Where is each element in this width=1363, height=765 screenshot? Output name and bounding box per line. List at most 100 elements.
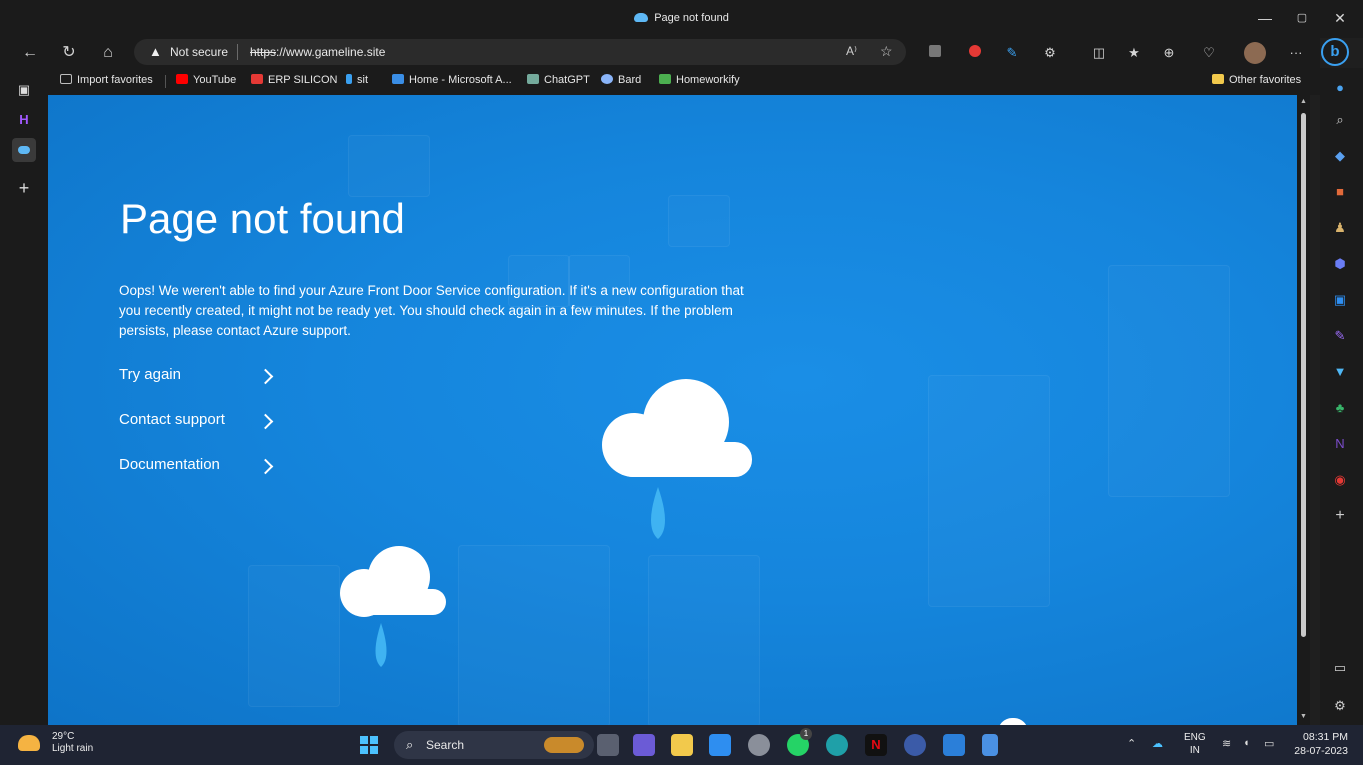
documentation-link[interactable]: Documentation [119, 456, 220, 473]
home-button[interactable]: ⌂ [96, 41, 120, 65]
weather-widget[interactable]: 29°C Light rain [52, 731, 93, 755]
shopping-tag-icon[interactable]: ◆ [1330, 146, 1350, 166]
url-text[interactable]: https://www.gameline.site [250, 45, 385, 59]
refresh-button[interactable]: ↻ [57, 41, 81, 65]
fav-label: YouTube [193, 74, 237, 86]
favorites-icon[interactable]: ★ [1124, 43, 1144, 63]
page-scrollbar[interactable]: ▲ ▼ [1297, 95, 1310, 725]
extension-pen-icon[interactable]: ✎ [1002, 43, 1022, 63]
notepad-icon[interactable] [982, 734, 998, 756]
warning-icon[interactable]: ▲ [149, 44, 162, 59]
send-icon[interactable]: ▼ [1330, 362, 1350, 382]
chevron-right-icon[interactable] [257, 368, 274, 385]
split-screen-icon[interactable]: ◫ [1089, 43, 1109, 63]
fav-bard[interactable]: Bard [601, 74, 641, 86]
scrollbar-thumb[interactable] [1301, 113, 1306, 637]
partial-cloud-icon [998, 718, 1028, 725]
tab-actions-icon[interactable]: ▣ [12, 78, 36, 102]
fav-sit[interactable]: sit [346, 74, 368, 86]
whatsapp-icon[interactable]: 1 [787, 728, 812, 756]
weather-icon[interactable] [18, 735, 40, 751]
photos-icon[interactable] [943, 734, 965, 756]
settings-taskbar-icon[interactable] [748, 734, 770, 756]
profile-avatar[interactable] [1244, 42, 1266, 64]
collections-icon[interactable]: ⊕ [1159, 43, 1179, 63]
battery-icon[interactable]: ▭ [1264, 737, 1274, 750]
cloud-favicon-icon [634, 13, 649, 22]
back-button[interactable]: ← [18, 41, 42, 65]
region-code: IN [1189, 745, 1200, 756]
minimize-button[interactable]: — [1245, 8, 1285, 28]
sidebar-settings-icon[interactable]: ⚙ [1330, 696, 1350, 716]
netflix-icon[interactable]: N [865, 734, 887, 756]
restore-button[interactable]: ▢ [1282, 8, 1322, 28]
tab-homeworkify[interactable]: H [12, 108, 36, 132]
chatgpt-icon [527, 74, 539, 84]
fav-other-favorites[interactable]: Other favorites [1212, 74, 1301, 86]
try-again-link[interactable]: Try again [119, 366, 181, 383]
start-button[interactable] [360, 736, 378, 754]
language-indicator[interactable]: ENG IN [1184, 731, 1206, 757]
read-aloud-icon[interactable]: A⁾ [846, 44, 857, 58]
page-title: Page not found [120, 195, 405, 242]
extension-grey-icon[interactable] [929, 45, 941, 57]
scroll-up-icon[interactable]: ▲ [1300, 98, 1307, 105]
favorites-bar: Import favorites YouTube ERP SILICON sit… [48, 68, 1320, 95]
outlook-taskbar-icon[interactable] [709, 734, 731, 756]
hide-sidebar-icon[interactable]: ▭ [1330, 658, 1350, 678]
copilot-bing-icon[interactable]: b [1321, 38, 1349, 66]
task-view-icon[interactable] [597, 734, 619, 756]
fav-chatgpt[interactable]: ChatGPT [527, 74, 590, 86]
outlook-icon[interactable]: ▣ [1330, 290, 1350, 310]
tab-page-not-found[interactable] [12, 138, 36, 162]
onenote-icon[interactable]: N [1330, 434, 1350, 454]
favorite-star-icon[interactable]: ☆ [880, 43, 893, 60]
editor-icon[interactable]: ✎ [1330, 326, 1350, 346]
show-hidden-icons-icon[interactable]: ⌃ [1127, 737, 1136, 750]
more-menu-icon[interactable]: ··· [1286, 43, 1306, 63]
contact-support-link[interactable]: Contact support [119, 411, 225, 428]
fav-home-microsoft[interactable]: Home - Microsoft A... [392, 74, 512, 86]
volume-icon[interactable]: ◖ [1243, 737, 1250, 749]
window-title: Page not found [0, 12, 1363, 24]
notification-bell-icon[interactable]: ● [1330, 78, 1350, 98]
azure-icon [392, 74, 404, 84]
extensions-icon[interactable]: ⚙ [1040, 43, 1060, 63]
meet-icon[interactable] [633, 734, 655, 756]
fav-homeworkify[interactable]: Homeworkify [659, 74, 740, 86]
url-host: ://www.gameline.site [276, 45, 386, 59]
games-icon[interactable]: ♟ [1330, 218, 1350, 238]
taskbar-search[interactable]: ⌕ Search [394, 731, 594, 759]
performance-icon[interactable]: ♡ [1199, 43, 1219, 63]
close-button[interactable]: ✕ [1320, 8, 1360, 28]
tree-icon[interactable]: ♣ [1330, 398, 1350, 418]
security-label[interactable]: Not secure [170, 45, 228, 59]
address-bar[interactable]: ▲ Not secure https://www.gameline.site A… [134, 39, 906, 65]
fav-youtube[interactable]: YouTube [176, 74, 236, 86]
search-icon[interactable]: ⌕ [1330, 110, 1350, 130]
chevron-right-icon[interactable] [257, 413, 274, 430]
media-player-icon[interactable]: ◉ [1330, 470, 1350, 490]
bg-decoration [1108, 265, 1230, 497]
fav-label: Home - Microsoft A... [409, 74, 512, 86]
edge-taskbar-icon[interactable] [826, 734, 848, 756]
window-title-text: Page not found [654, 12, 729, 24]
cloud-tab-icon [18, 146, 30, 154]
new-tab-button[interactable]: + [12, 176, 36, 200]
wifi-icon[interactable]: ≋ [1222, 737, 1231, 750]
fav-label: ChatGPT [544, 74, 590, 86]
extension-red-icon[interactable] [969, 45, 981, 57]
fav-erp-silicon[interactable]: ERP SILICON [251, 74, 338, 86]
fav-import-favorites[interactable]: Import favorites [60, 74, 153, 86]
cloud-sync-icon[interactable]: ☁ [1152, 737, 1163, 750]
microsoft365-icon[interactable]: ⬢ [1330, 254, 1350, 274]
add-sidebar-app-button[interactable]: + [1330, 506, 1350, 526]
app-taskbar-icon[interactable] [904, 734, 926, 756]
tools-icon[interactable]: ■ [1330, 182, 1350, 202]
large-cloud-icon [602, 379, 752, 539]
system-clock[interactable]: 08:31 PM 28-07-2023 [1290, 730, 1348, 758]
clock-time: 08:31 PM [1303, 731, 1348, 743]
file-explorer-icon[interactable] [671, 734, 693, 756]
scroll-down-icon[interactable]: ▼ [1300, 713, 1307, 720]
chevron-right-icon[interactable] [257, 458, 274, 475]
